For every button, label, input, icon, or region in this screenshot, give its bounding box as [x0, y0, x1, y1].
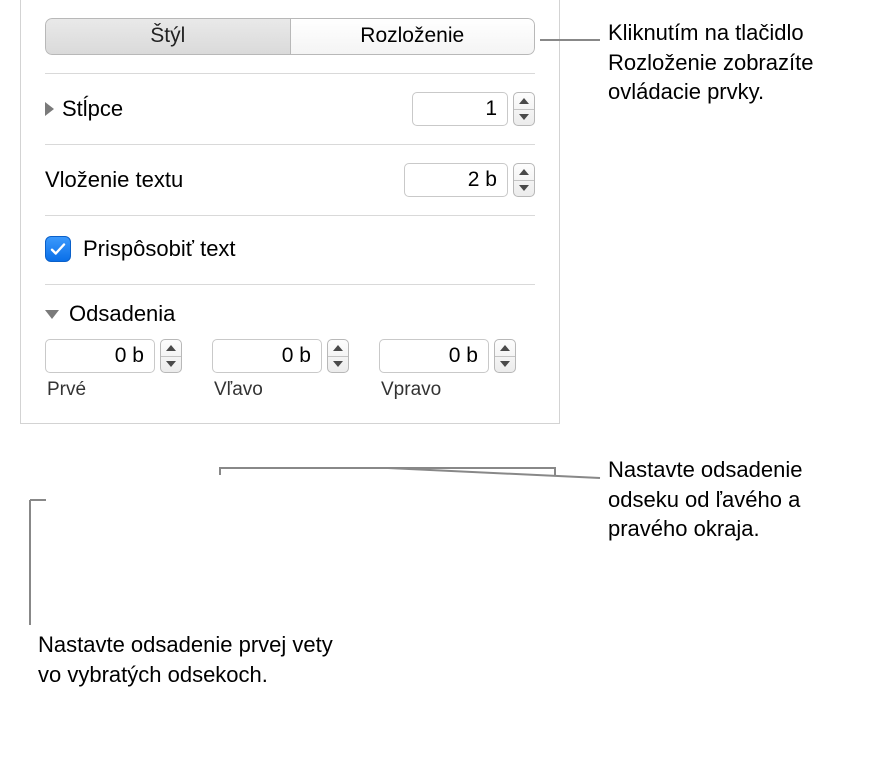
columns-label: Stĺpce: [62, 96, 123, 122]
tab-layout[interactable]: Rozloženie: [291, 18, 536, 55]
indent-right: Vpravo: [379, 339, 516, 401]
tab-bar: Štýl Rozloženie: [21, 0, 559, 73]
columns-step-down[interactable]: [514, 109, 534, 126]
tab-style[interactable]: Štýl: [45, 18, 291, 55]
text-inset-label-wrap: Vloženie textu: [45, 167, 183, 193]
indent-left-step-up[interactable]: [328, 340, 348, 356]
arrow-down-icon: [333, 361, 343, 367]
arrow-up-icon: [519, 98, 529, 104]
columns-label-wrap: Stĺpce: [45, 96, 123, 122]
indents-label: Odsadenia: [69, 301, 175, 327]
columns-stepper-buttons: [513, 92, 535, 126]
indent-first-stepper: [45, 339, 182, 373]
shrink-text-checkbox[interactable]: [45, 236, 71, 262]
text-inset-stepper-buttons: [513, 163, 535, 197]
callout-layout-tab: Kliknutím na tlačidlo Rozloženie zobrazí…: [608, 18, 888, 107]
text-inset-input[interactable]: [404, 163, 508, 197]
indent-left-stepper-buttons: [327, 339, 349, 373]
arrow-up-icon: [333, 345, 343, 351]
arrow-down-icon: [166, 361, 176, 367]
callout-first-line: Nastavte odsadenie prvej vety vo vybratý…: [38, 630, 338, 689]
shrink-text-row: Prispôsobiť text: [21, 216, 559, 284]
indents-header: Odsadenia: [45, 301, 535, 327]
arrow-down-icon: [519, 114, 529, 120]
indent-left-step-down[interactable]: [328, 356, 348, 373]
arrow-up-icon: [500, 345, 510, 351]
shrink-text-label: Prispôsobiť text: [83, 236, 236, 262]
indent-right-step-up[interactable]: [495, 340, 515, 356]
indent-first-input[interactable]: [45, 339, 155, 373]
chevron-down-icon[interactable]: [45, 310, 59, 319]
arrow-up-icon: [519, 169, 529, 175]
columns-input[interactable]: [412, 92, 508, 126]
indent-first-step-down[interactable]: [161, 356, 181, 373]
indent-right-stepper-buttons: [494, 339, 516, 373]
text-inset-stepper: [404, 163, 535, 197]
indent-first-stepper-buttons: [160, 339, 182, 373]
indent-right-input[interactable]: [379, 339, 489, 373]
arrow-up-icon: [166, 345, 176, 351]
indent-first: Prvé: [45, 339, 182, 401]
indent-left-stepper: [212, 339, 349, 373]
arrow-down-icon: [500, 361, 510, 367]
columns-row: Stĺpce: [21, 74, 559, 144]
chevron-right-icon[interactable]: [45, 102, 54, 116]
indent-right-step-down[interactable]: [495, 356, 515, 373]
check-icon: [49, 240, 67, 258]
tab-segmented-control: Štýl Rozloženie: [45, 18, 535, 55]
callout-left-right: Nastavte odsadenie odseku od ľavého a pr…: [608, 455, 878, 544]
text-inset-label: Vloženie textu: [45, 167, 183, 193]
indent-left: Vľavo: [212, 339, 349, 401]
indent-fields: Prvé Vľavo: [45, 339, 535, 401]
arrow-down-icon: [519, 185, 529, 191]
indent-left-input[interactable]: [212, 339, 322, 373]
indent-first-step-up[interactable]: [161, 340, 181, 356]
text-inset-step-up[interactable]: [514, 164, 534, 180]
indent-right-stepper: [379, 339, 516, 373]
indents-section: Odsadenia Prvé: [21, 285, 559, 423]
indent-left-label: Vľavo: [212, 379, 263, 401]
format-layout-panel: Štýl Rozloženie Stĺpce Vloženie textu: [20, 0, 560, 424]
columns-stepper: [412, 92, 535, 126]
columns-step-up[interactable]: [514, 93, 534, 109]
text-inset-row: Vloženie textu: [21, 145, 559, 215]
indent-first-label: Prvé: [45, 379, 86, 401]
indent-right-label: Vpravo: [379, 379, 441, 401]
text-inset-step-down[interactable]: [514, 180, 534, 197]
